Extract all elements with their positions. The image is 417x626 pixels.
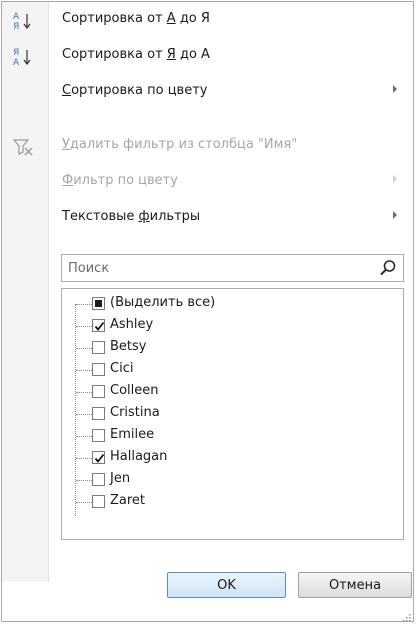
resize-grip-icon[interactable]	[403, 611, 411, 622]
list-item[interactable]: Ashley	[62, 315, 392, 337]
menu-item-clear-filter: Удалить фильтр из столбца "Имя"	[2, 128, 413, 164]
list-item[interactable]: Betsy	[62, 337, 392, 359]
svg-text:Я: Я	[13, 48, 19, 58]
list-item-label: (Выделить все)	[110, 295, 216, 310]
checkbox[interactable]	[92, 385, 105, 398]
sort-desc-label: Сортировка от Я до А	[62, 47, 210, 62]
sort-by-color-label: Сортировка по цвету	[62, 83, 208, 98]
filter-values-list[interactable]: (Выделить все) Ashley Betsy Cici Colleen	[61, 288, 404, 540]
clear-filter-label: Удалить фильтр из столбца "Имя"	[62, 137, 298, 152]
tree-branch	[76, 502, 92, 503]
tree-branch	[76, 304, 92, 305]
list-item-label: Betsy	[110, 339, 147, 354]
svg-text:А: А	[13, 58, 20, 68]
submenu-arrow-icon	[393, 175, 397, 183]
list-item-label: Hallagan	[110, 449, 168, 464]
filter-by-color-label: Фильтр по цвету	[62, 173, 178, 188]
submenu-arrow-icon	[393, 211, 397, 219]
tree-branch	[76, 458, 92, 459]
checkbox[interactable]	[92, 407, 105, 420]
menu-item-sort-desc[interactable]: Я А Сортировка от Я до А	[2, 38, 413, 74]
checkbox[interactable]	[92, 429, 105, 442]
select-all-checkbox[interactable]	[92, 297, 105, 310]
checkbox[interactable]	[92, 341, 105, 354]
sort-ascending-icon: А Я	[12, 10, 34, 32]
tree-branch	[76, 414, 92, 415]
tree-branch	[76, 392, 92, 393]
list-item[interactable]: Colleen	[62, 381, 392, 403]
list-item[interactable]: Hallagan	[62, 447, 392, 469]
list-item-label: Cici	[110, 361, 134, 376]
list-item-label: Colleen	[110, 383, 159, 398]
search-icon[interactable]	[379, 259, 397, 277]
tree-branch	[76, 436, 92, 437]
list-item-label: Jen	[110, 471, 131, 486]
tree-branch	[76, 326, 92, 327]
list-item-label: Ashley	[110, 317, 154, 332]
sort-descending-icon: Я А	[12, 46, 34, 68]
checkbox[interactable]	[92, 495, 105, 508]
list-item[interactable]: Cristina	[62, 403, 392, 425]
list-item[interactable]: Jen	[62, 469, 392, 491]
menu-item-text-filters[interactable]: Текстовые фильтры	[2, 200, 413, 236]
checkbox[interactable]	[92, 473, 105, 486]
checkbox-checked[interactable]	[92, 451, 105, 464]
search-box[interactable]	[61, 254, 404, 282]
menu-item-sort-by-color[interactable]: Сортировка по цвету	[2, 74, 413, 110]
list-item[interactable]: Cici	[62, 359, 392, 381]
list-item-label: Zaret	[110, 493, 146, 508]
menu-item-filter-by-color: Фильтр по цвету	[2, 164, 413, 200]
tree-branch	[76, 480, 92, 481]
svg-text:Я: Я	[13, 22, 19, 32]
list-item-select-all[interactable]: (Выделить все)	[62, 293, 392, 315]
list-item-label: Emilee	[110, 427, 155, 442]
filter-dropdown-panel: А Я Сортировка от А до Я Я А Сортировка …	[1, 1, 414, 622]
list-item[interactable]: Zaret	[62, 491, 392, 513]
checkbox[interactable]	[92, 363, 105, 376]
list-item-label: Cristina	[110, 405, 160, 420]
tree-branch	[76, 370, 92, 371]
search-input[interactable]	[68, 259, 368, 277]
list-item[interactable]: Emilee	[62, 425, 392, 447]
sort-asc-label: Сортировка от А до Я	[62, 11, 210, 26]
checkbox-checked[interactable]	[92, 319, 105, 332]
menu-item-sort-asc[interactable]: А Я Сортировка от А до Я	[2, 2, 413, 38]
svg-text:А: А	[13, 12, 20, 22]
clear-filter-icon	[12, 136, 34, 158]
submenu-arrow-icon	[393, 85, 397, 93]
tree-branch	[76, 348, 92, 349]
ok-button[interactable]: OK	[167, 572, 286, 598]
text-filters-label: Текстовые фильтры	[62, 209, 201, 224]
cancel-button[interactable]: Отмена	[298, 572, 412, 598]
